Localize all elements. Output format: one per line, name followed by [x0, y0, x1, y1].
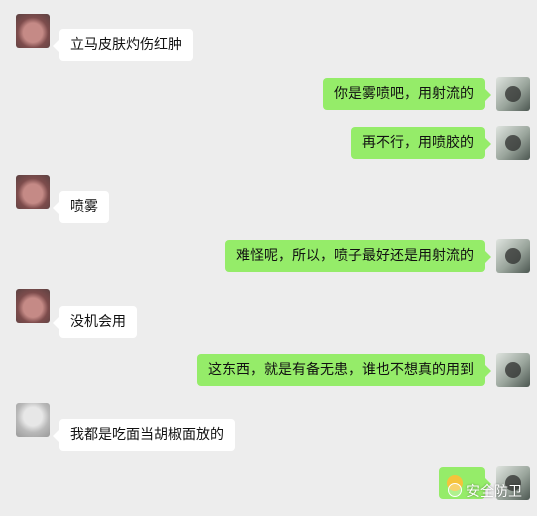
message-bubble-incoming[interactable]: 喷雾: [53, 191, 109, 223]
avatar[interactable]: [496, 353, 530, 387]
avatar[interactable]: [16, 14, 50, 48]
avatar[interactable]: [496, 239, 530, 273]
message-bubble-outgoing[interactable]: 你是雾喷吧，用射流的: [323, 78, 491, 110]
message-bubble-outgoing[interactable]: 难怪呢，所以，喷子最好还是用射流的: [225, 240, 491, 272]
chat-window: 立马皮肤灼伤红肿 你是雾喷吧，用射流的 再不行，用喷胶的 喷雾 难怪呢，所以，喷…: [0, 0, 537, 516]
watermark-text: 安全防卫: [466, 484, 522, 500]
avatar[interactable]: [496, 126, 530, 160]
avatar[interactable]: [496, 77, 530, 111]
avatar[interactable]: [16, 289, 50, 323]
message-bubble-incoming[interactable]: 立马皮肤灼伤红肿: [53, 29, 193, 61]
message-bubble-incoming[interactable]: 没机会用: [53, 306, 137, 338]
message-bubble-incoming[interactable]: 我都是吃面当胡椒面放的: [53, 419, 235, 451]
avatar[interactable]: [16, 403, 50, 437]
watermark-logo-icon: [448, 483, 462, 497]
message-bubble-outgoing[interactable]: 再不行，用喷胶的: [351, 127, 491, 159]
message-bubble-outgoing[interactable]: 这东西，就是有备无患，谁也不想真的用到: [197, 354, 491, 386]
avatar[interactable]: [16, 175, 50, 209]
